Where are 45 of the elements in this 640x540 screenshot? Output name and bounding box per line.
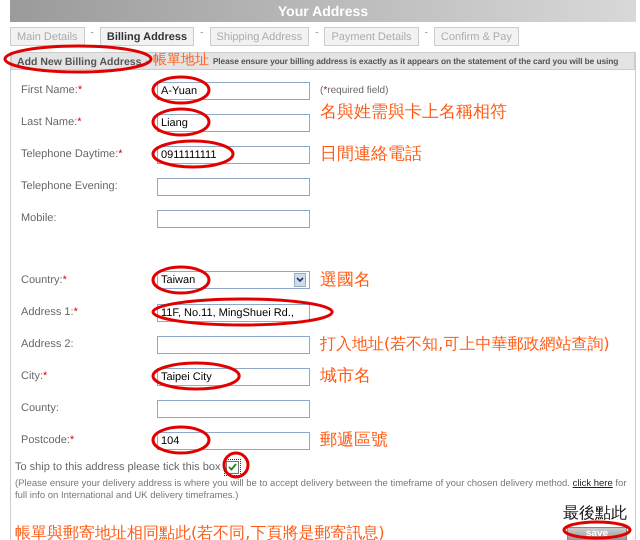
input-field[interactable]: Liang (157, 114, 310, 132)
caret-icon (294, 273, 306, 287)
field-label: Mobile: (21, 212, 58, 224)
input-field[interactable]: 11F, No.11, MingShuei Rd., (157, 304, 310, 322)
field-label: First Name:* (21, 84, 84, 96)
country-select[interactable]: Taiwan (157, 271, 310, 289)
annotation-text: 帳單與郵寄地址相同點此(若不同,下頁將是郵寄訊息) (15, 524, 385, 540)
field-label: Last Name:* (21, 116, 83, 128)
annotation-text: 最後點此 (563, 504, 627, 522)
input-field[interactable]: A-Yuan (157, 82, 310, 100)
field-label: County: (21, 402, 60, 414)
click-here-link[interactable]: click here (572, 478, 613, 489)
section-title: Add New Billing Address (17, 56, 142, 68)
annotation-text: 帳單地址 (152, 53, 209, 69)
input-field[interactable]: 0911111111 (157, 146, 310, 164)
annotation-text: 打入地址(若不知,可上中華郵政網站查詢) (320, 335, 610, 353)
tab-separator: - (90, 27, 94, 38)
page-header: Your Address (10, 0, 636, 22)
field-label: Address 1:* (21, 306, 79, 318)
field-label: Telephone Evening: (21, 180, 119, 192)
tab-separator: - (424, 27, 428, 38)
input-field[interactable] (157, 178, 310, 196)
ship-instruction: To ship to this address please tick this box (15, 461, 220, 473)
annotation-text: 城市名 (320, 366, 371, 386)
annotation-text: 郵遞區號 (320, 430, 388, 450)
input-field[interactable]: Taipei City (157, 368, 310, 386)
tab-separator: - (315, 27, 318, 38)
section-description: Please ensure your billing address is exactly as it appears on the statement of the card you will be using (212, 56, 618, 66)
delivery-notice: (Please ensure your delivery address is where you will be to accept delivery between the timeframe of your chosen delivery method. click here for full info on International and UK delivery timeframes.) (15, 478, 628, 502)
input-field[interactable] (157, 400, 310, 418)
field-label: Country:* (21, 274, 68, 286)
ship-checkbox[interactable] (226, 460, 240, 474)
annotation-text: 選國名 (320, 270, 371, 290)
required-hint: (*required field) (320, 84, 388, 96)
field-label: Postcode:* (21, 434, 76, 446)
field-label: Telephone Daytime:* (21, 148, 124, 160)
annotation-text: 日間連絡電話 (320, 144, 422, 164)
input-field[interactable] (157, 210, 310, 228)
annotation-text: 名與姓需與卡上名稱相符 (320, 102, 507, 122)
field-label: City:* (21, 370, 48, 382)
tab-separator: - (200, 27, 204, 38)
input-field[interactable] (157, 336, 310, 354)
step-tab[interactable]: Billing Address (100, 27, 194, 46)
input-field[interactable]: 104 (157, 432, 310, 450)
field-label: Address 2: (21, 338, 75, 350)
